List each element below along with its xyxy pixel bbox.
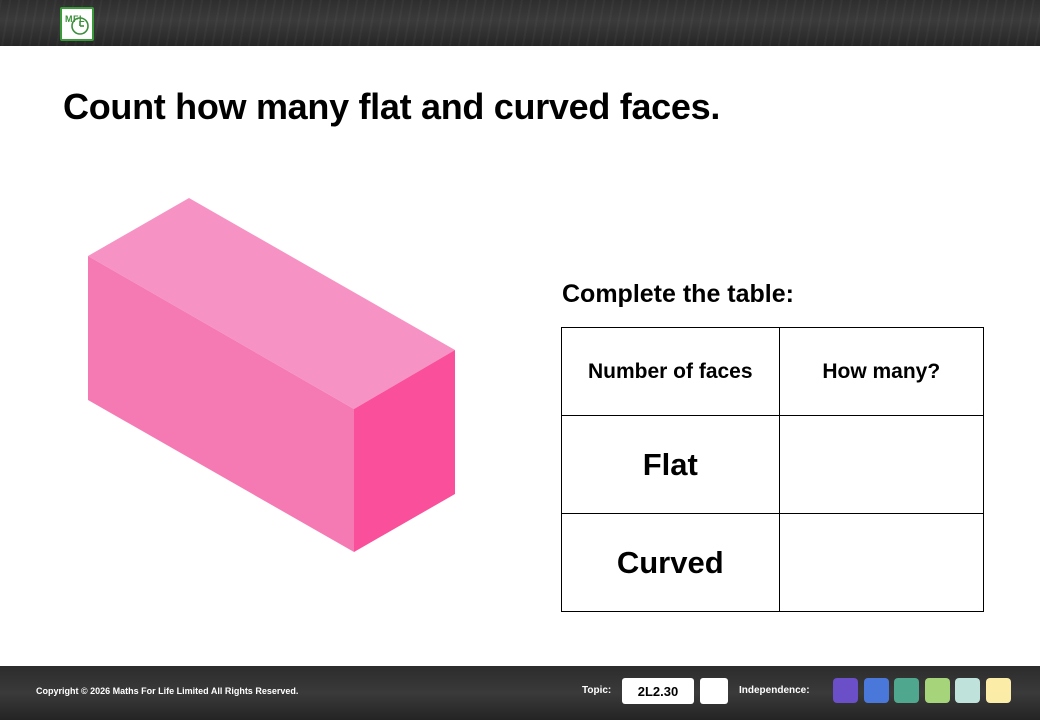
header-how-many: How many?: [778, 327, 985, 416]
answer-cell-curved[interactable]: [778, 513, 985, 612]
independence-swatch-1: [833, 678, 858, 703]
table-row-curved: Curved: [561, 513, 985, 612]
answer-cell-flat[interactable]: [778, 415, 985, 514]
independence-label: Independence:: [739, 685, 810, 696]
mfl-logo: MFL: [60, 7, 94, 41]
table-row-flat: Flat: [561, 415, 985, 514]
row-label-flat: Flat: [561, 415, 780, 514]
table-header-row: Number of faces How many?: [561, 327, 985, 416]
independence-swatch-3: [894, 678, 919, 703]
row-label-curved: Curved: [561, 513, 780, 612]
header-number-of-faces: Number of faces: [561, 327, 780, 416]
topic-code-badge: 2L2.30: [622, 678, 694, 704]
copyright-text: Copyright © 2026 Maths For Life Limited …: [36, 686, 299, 696]
topic-label: Topic:: [582, 685, 612, 696]
footer-bar: Copyright © 2026 Maths For Life Limited …: [0, 666, 1040, 720]
logo-text: MFL: [65, 14, 85, 24]
independence-swatch-2: [863, 678, 889, 703]
top-bar: MFL: [0, 0, 1040, 46]
table-caption: Complete the table:: [562, 280, 794, 308]
topic-extra-box: [700, 678, 728, 704]
independence-swatch-4: [924, 678, 950, 703]
independence-swatch-5: [955, 678, 980, 703]
cuboid-shape: [88, 198, 455, 552]
independence-swatch-6: [985, 678, 1011, 703]
faces-table: Number of faces How many? Flat Curved: [561, 327, 985, 612]
page-title: Count how many flat and curved faces.: [63, 86, 721, 127]
